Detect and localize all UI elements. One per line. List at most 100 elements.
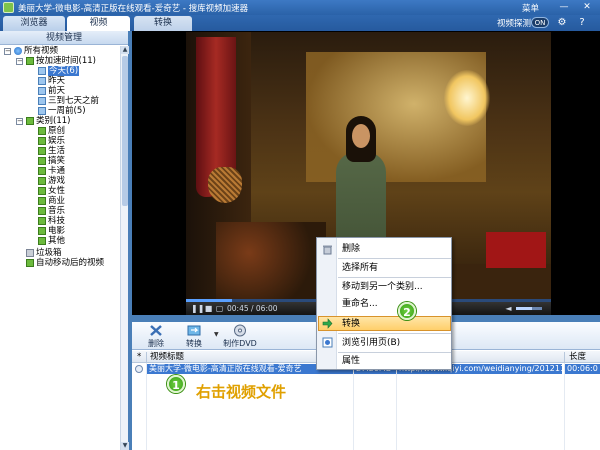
video-sniff-toggle[interactable]: ON: [531, 17, 549, 28]
calendar-icon: [38, 96, 46, 105]
help-icon[interactable]: ?: [576, 17, 588, 29]
category-icon: [38, 206, 46, 215]
tree-node-category[interactable]: 生活: [38, 146, 65, 156]
tree-scrollbar[interactable]: ▲ ▼: [120, 46, 129, 450]
category-icon: [38, 136, 46, 145]
column-title[interactable]: 视频标题: [150, 351, 184, 363]
plants: [216, 222, 326, 299]
tree-node-category[interactable]: 女性: [38, 186, 65, 196]
category-icon: [38, 146, 46, 155]
convert-icon: [187, 325, 201, 336]
tree-node-today[interactable]: 今天(6): [38, 66, 80, 76]
video-sniff-label: 视频探测: [497, 19, 532, 29]
menu-item-browse-ref[interactable]: 浏览引用页(B): [338, 336, 450, 350]
speaker-icon[interactable]: ◄: [504, 304, 513, 313]
trash-icon: [323, 245, 332, 255]
step-one-instruction: 右击视频文件: [196, 383, 287, 401]
tree-node-category[interactable]: 科技: [38, 216, 65, 226]
volume-slider[interactable]: [516, 307, 542, 310]
stop-icon[interactable]: ■: [204, 304, 213, 313]
close-button[interactable]: ✕: [582, 2, 592, 12]
menu-item-convert[interactable]: 转换: [338, 317, 450, 331]
delete-button[interactable]: 删除: [144, 324, 168, 349]
window-title: 美丽大学-微电影-高清正版在线观看-爱奇艺 - 搜库视频加速器: [18, 4, 249, 14]
tree-node-three-to-seven[interactable]: 三到七天之前: [38, 96, 99, 106]
timecode: 00:45 / 06:00: [227, 304, 278, 313]
tree-node-category[interactable]: 音乐: [38, 206, 65, 216]
menu-item-move-to[interactable]: 移动到另一个类别...: [338, 280, 450, 294]
collapse-icon[interactable]: −: [16, 118, 23, 125]
tab-video[interactable]: 视频: [67, 16, 130, 31]
context-menu: 删除 选择所有 移动到另一个类别... 重命名... 转换 浏览引用页(B) 属…: [316, 237, 452, 370]
arrow-right-icon: [322, 318, 333, 329]
collapse-icon[interactable]: −: [4, 48, 11, 55]
tree-node-category[interactable]: 娱乐: [38, 136, 65, 146]
calendar-icon: [38, 76, 46, 85]
step-one-badge: 1: [167, 375, 185, 393]
category-icon: [38, 126, 46, 135]
collapse-icon[interactable]: −: [16, 58, 23, 65]
lamp: [444, 70, 490, 126]
scroll-down-icon[interactable]: ▼: [121, 442, 129, 450]
tree-node-category[interactable]: 其他: [38, 236, 65, 246]
folder-icon: [26, 56, 34, 65]
globe-icon: [14, 46, 22, 55]
main-menu-button[interactable]: 菜单: [522, 2, 539, 14]
gear-icon[interactable]: ⚙: [556, 17, 568, 29]
category-icon: [38, 236, 46, 245]
tree-node-category[interactable]: 电影: [38, 226, 65, 236]
menu-item-properties[interactable]: 属性: [338, 354, 450, 368]
menu-item-rename[interactable]: 重命名...: [338, 297, 450, 311]
tree-node-by-category[interactable]: 类别(11): [26, 116, 70, 126]
calendar-icon: [38, 106, 46, 115]
step-two-badge: 2: [398, 302, 416, 320]
chevron-down-icon[interactable]: ▼: [214, 331, 219, 338]
hanging-basket: [208, 167, 242, 203]
category-icon: [38, 216, 46, 225]
tree-node-by-time[interactable]: 按加速时间(11): [26, 56, 96, 66]
row-length: 00:06:0: [565, 364, 600, 374]
scrollbar-thumb[interactable]: [122, 56, 128, 206]
tab-convert[interactable]: 转换: [134, 16, 192, 31]
category-icon: [38, 156, 46, 165]
calendar-icon: [38, 66, 46, 75]
trash-icon: [26, 248, 34, 257]
tab-browser[interactable]: 浏览器: [3, 16, 65, 31]
scroll-up-icon[interactable]: ▲: [121, 46, 129, 54]
make-dvd-button[interactable]: 制作DVD: [222, 324, 258, 349]
tree-node-day-before[interactable]: 前天: [38, 86, 65, 96]
minimize-button[interactable]: —: [559, 2, 569, 12]
video-manager-header: 视频管理: [0, 31, 128, 45]
tab-bar: 浏览器 视频 转换 视频探测 ON ⚙ ?: [0, 15, 600, 31]
category-icon: [38, 186, 46, 195]
menu-item-delete[interactable]: 删除: [338, 242, 450, 256]
dvd-icon: [234, 324, 246, 337]
tree-node-category[interactable]: 原创: [38, 126, 65, 136]
web-page-icon: [322, 337, 333, 348]
category-icon: [38, 176, 46, 185]
menu-item-select-all[interactable]: 选择所有: [338, 261, 450, 275]
category-icon: [38, 226, 46, 235]
tree-node-yesterday[interactable]: 昨天: [38, 76, 65, 86]
convert-button[interactable]: 转换: [182, 324, 206, 349]
video-file-icon: [135, 365, 143, 373]
category-icon: [38, 166, 46, 175]
tree-node-category[interactable]: 游戏: [38, 176, 65, 186]
title-bar: 美丽大学-微电影-高清正版在线观看-爱奇艺 - 搜库视频加速器 菜单 — ✕: [0, 0, 600, 15]
tree-node-recycle[interactable]: 垃圾箱: [26, 248, 62, 258]
column-length[interactable]: 长度: [569, 351, 586, 363]
folder-icon: [26, 116, 34, 125]
delete-icon: [150, 325, 162, 336]
app-icon: [3, 2, 14, 13]
pause-icon[interactable]: ❚❚: [191, 304, 204, 313]
tree-node-mobile[interactable]: 自动移动后的视频: [26, 258, 104, 268]
tree-node-category[interactable]: 搞笑: [38, 156, 65, 166]
tree-node-all-videos[interactable]: 所有视频: [14, 46, 58, 56]
video-manager-panel: 视频管理 − 所有视频 − 按加速时间(11) 今天(6) 昨天 前天 三到七天…: [0, 31, 130, 450]
tree-node-category[interactable]: 商业: [38, 196, 65, 206]
folder-icon: [26, 258, 34, 267]
tree-node-week-ago[interactable]: 一周前(5): [38, 106, 86, 116]
fullscreen-icon[interactable]: ▢: [215, 304, 224, 313]
tree-node-category[interactable]: 卡通: [38, 166, 65, 176]
column-star[interactable]: *: [137, 351, 141, 363]
